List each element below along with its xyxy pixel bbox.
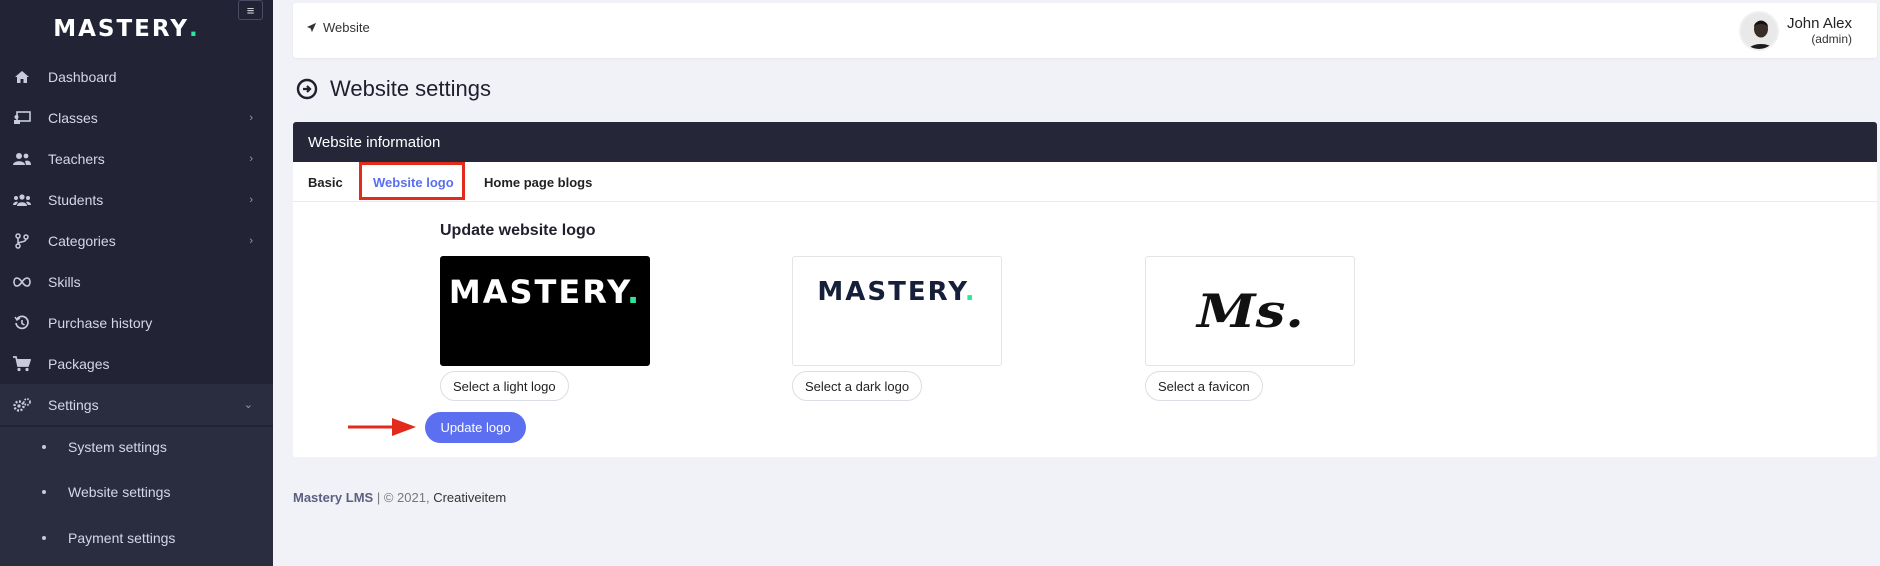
branch-icon <box>12 232 32 249</box>
sidebar: MASTERY. ≡ Dashboard Classes › Teachers … <box>0 0 273 566</box>
arrow-circle-right-icon <box>296 78 318 100</box>
submenu-item-label: System settings <box>68 439 167 455</box>
settings-submenu: System settings Website settings Payment… <box>0 427 273 566</box>
page-title-text: Website settings <box>330 76 492 101</box>
page-title: Website settings <box>296 76 491 102</box>
sidebar-item-label: Purchase history <box>48 314 153 331</box>
dark-logo-dot: . <box>964 277 977 307</box>
submenu-item-system-settings[interactable]: System settings <box>0 427 273 467</box>
chevron-down-icon: ⌄ <box>243 399 253 411</box>
chalkboard-icon <box>12 110 32 125</box>
chevron-right-icon: › <box>249 111 253 124</box>
logo-text: MASTERY <box>53 16 189 42</box>
card-header: Website information <box>293 122 1877 162</box>
sidebar-item-label: Teachers <box>48 150 105 167</box>
menu-toggle-icon[interactable]: ≡ <box>238 0 263 20</box>
website-information-card: Website information Basic Website logo H… <box>293 122 1877 457</box>
tabs: Basic Website logo Home page blogs <box>293 162 1877 202</box>
infinity-icon <box>12 276 32 288</box>
sidebar-item-classes[interactable]: Classes › <box>0 97 273 138</box>
sidebar-item-settings[interactable]: Settings ⌄ <box>0 384 273 425</box>
section-title: Update website logo <box>440 222 596 239</box>
light-logo-text: MASTERY <box>448 273 627 311</box>
footer-company-link[interactable]: Creativeitem <box>433 490 506 505</box>
sidebar-item-label: Packages <box>48 355 110 372</box>
sidebar-item-label: Categories <box>48 232 116 249</box>
sidebar-item-label: Skills <box>48 273 81 290</box>
dark-logo-text: MASTERY <box>817 277 965 307</box>
tab-highlight-annotation <box>359 162 465 200</box>
breadcrumb-label: Website <box>323 20 370 35</box>
bullet-icon <box>42 536 46 540</box>
sidebar-item-label: Classes <box>48 109 98 126</box>
submenu-item-website-settings[interactable]: Website settings <box>0 472 273 512</box>
history-icon <box>12 315 32 331</box>
select-dark-logo-button[interactable]: Select a dark logo <box>792 371 923 401</box>
paper-plane-icon <box>306 22 317 33</box>
footer-brand-link[interactable]: Mastery LMS <box>293 490 373 505</box>
light-logo-image: MASTERY. <box>449 273 641 311</box>
light-logo-dot: . <box>626 273 642 311</box>
tab-home-page-blogs[interactable]: Home page blogs <box>484 162 592 202</box>
select-favicon-button[interactable]: Select a favicon <box>1145 371 1263 401</box>
sidebar-item-label: Dashboard <box>48 68 117 85</box>
avatar <box>1738 11 1779 51</box>
sidebar-item-categories[interactable]: Categories › <box>0 220 273 261</box>
submenu-item-payment-settings[interactable]: Payment settings <box>0 518 273 558</box>
breadcrumb[interactable]: Website <box>306 20 370 35</box>
dark-logo-image: MASTERY. <box>817 277 976 307</box>
sidebar-item-label: Settings <box>48 396 99 413</box>
submenu-item-label: Payment settings <box>68 530 176 546</box>
sidebar-item-label: Students <box>48 191 104 208</box>
dark-logo-preview: MASTERY. <box>792 256 1002 366</box>
light-logo-preview: MASTERY. <box>440 256 650 366</box>
user-name: John Alex <box>1786 15 1852 33</box>
sidebar-item-dashboard[interactable]: Dashboard <box>0 56 273 97</box>
footer-separator: | <box>376 490 381 505</box>
sidebar-item-packages[interactable]: Packages <box>0 343 273 384</box>
users-icon <box>12 152 32 166</box>
bullet-icon <box>42 445 46 449</box>
footer: Mastery LMS | © 2021, Creativeitem <box>293 490 506 505</box>
cart-icon <box>12 355 32 372</box>
cogs-icon <box>12 397 32 413</box>
sidebar-item-students[interactable]: Students › <box>0 179 273 220</box>
user-group-icon <box>12 193 32 207</box>
sidebar-item-teachers[interactable]: Teachers › <box>0 138 273 179</box>
sidebar-item-purchase-history[interactable]: Purchase history <box>0 302 273 343</box>
arrow-right-annotation-icon <box>348 418 416 436</box>
sidebar-item-skills[interactable]: Skills <box>0 261 273 302</box>
user-role: (admin) <box>1811 31 1852 46</box>
chevron-right-icon: › <box>249 193 253 206</box>
sidebar-logo[interactable]: MASTERY. <box>0 0 273 58</box>
home-icon <box>12 70 32 84</box>
select-light-logo-button[interactable]: Select a light logo <box>440 371 569 401</box>
chevron-right-icon: › <box>249 152 253 165</box>
user-menu[interactable]: John Alex (admin) <box>1738 11 1852 51</box>
logo-dot: . <box>189 16 200 42</box>
footer-copyright: © 2021, <box>383 490 430 505</box>
favicon-image: Ms. <box>1196 284 1304 338</box>
update-logo-button[interactable]: Update logo <box>425 412 526 443</box>
submenu-item-label: Website settings <box>68 484 171 500</box>
bullet-icon <box>42 490 46 494</box>
favicon-preview: Ms. <box>1145 256 1355 366</box>
tab-basic[interactable]: Basic <box>308 162 343 202</box>
topbar: Website John Alex (admin) <box>293 3 1877 58</box>
chevron-right-icon: › <box>249 234 253 247</box>
